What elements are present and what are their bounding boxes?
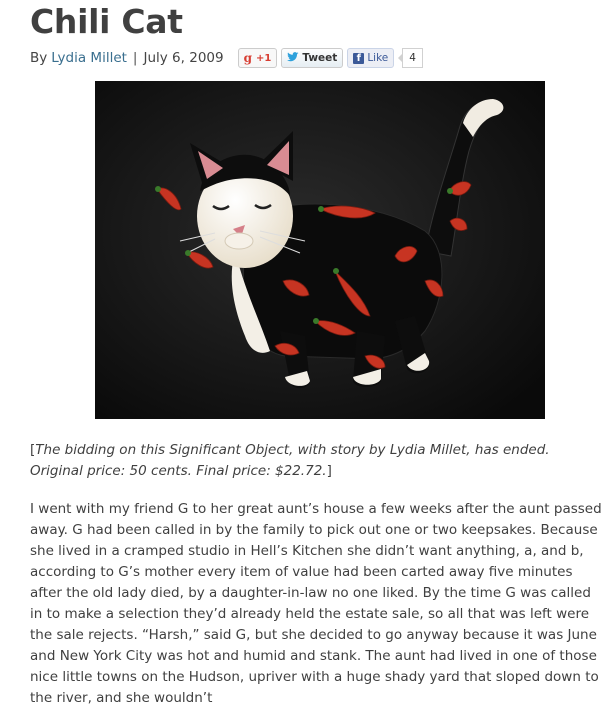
author-link[interactable]: Lydia Millet <box>51 50 127 66</box>
story-paragraph: I went with my friend G to her great aun… <box>30 501 602 706</box>
facebook-like-button[interactable]: f Like <box>347 48 395 68</box>
like-count-badge: 4 <box>398 48 423 68</box>
google-plus-icon: g <box>243 51 252 65</box>
post-title: Chili Cat <box>30 2 183 41</box>
twitter-bird-icon <box>287 51 299 65</box>
byline-separator: | <box>132 50 138 66</box>
facebook-like-label: Like <box>367 52 389 64</box>
facebook-icon: f <box>353 52 365 64</box>
byline-prefix: By <box>30 50 48 66</box>
post-date: July 6, 2009 <box>143 50 224 66</box>
google-plus-button[interactable]: g +1 <box>237 48 278 68</box>
tweet-label: Tweet <box>302 52 338 64</box>
google-plus-label: +1 <box>255 52 272 64</box>
ceramic-cat-photo <box>95 81 545 419</box>
tweet-button[interactable]: Tweet <box>281 48 344 68</box>
caption-close-bracket: ] <box>326 463 332 479</box>
caption-italic-text: The bidding on this Significant Object, … <box>30 442 550 479</box>
social-share-bar: g +1 Tweet f Like 4 <box>237 48 423 68</box>
byline: By Lydia Millet | July 6, 2009 g +1 Twee… <box>30 46 423 70</box>
auction-caption: [The bidding on this Significant Object,… <box>30 440 605 482</box>
